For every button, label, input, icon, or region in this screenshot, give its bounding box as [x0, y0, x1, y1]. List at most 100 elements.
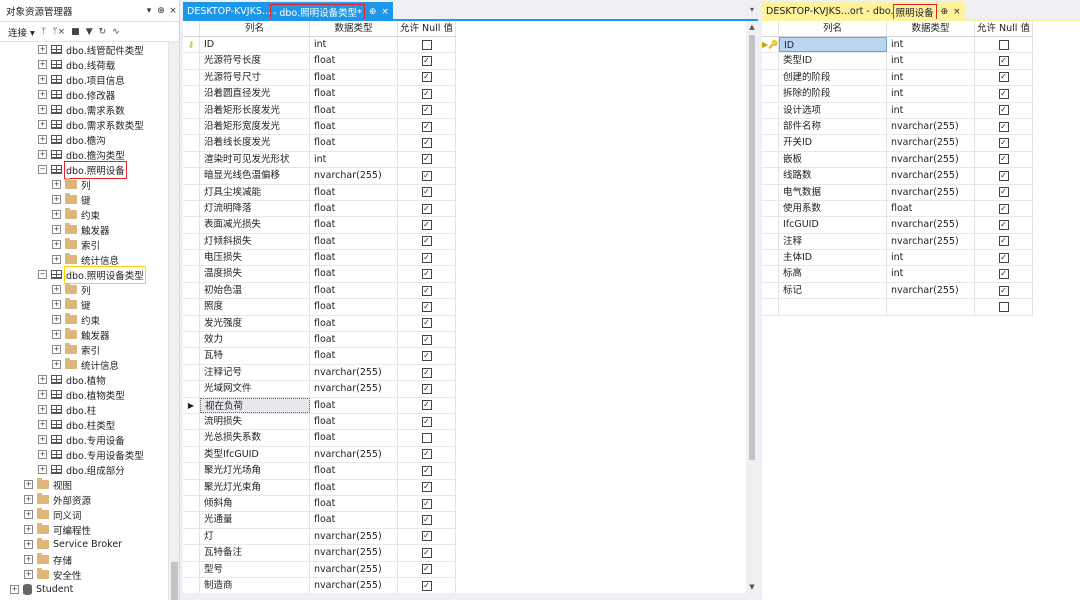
row-selector[interactable] [762, 86, 779, 102]
allow-null-cell[interactable]: ✓ [398, 217, 456, 233]
data-type-cell[interactable]: float [310, 430, 398, 446]
expand-icon[interactable]: + [38, 390, 47, 399]
column-name-cell[interactable]: 光通量 [200, 512, 310, 528]
allow-null-checkbox[interactable]: ✓ [421, 416, 432, 427]
expand-icon[interactable]: + [52, 285, 61, 294]
allow-null-cell[interactable]: ✓ [975, 118, 1033, 135]
allow-null-checkbox[interactable]: ✓ [998, 219, 1009, 230]
allow-null-cell[interactable]: ✓ [398, 479, 456, 495]
column-name-cell[interactable]: 初始色温 [200, 282, 310, 299]
scroll-thumb[interactable] [749, 35, 755, 460]
row-selector[interactable] [183, 364, 200, 381]
column-name-cell[interactable]: 照度 [200, 299, 310, 315]
table-row[interactable]: 线路数 nvarchar(255) ✓ [762, 168, 1033, 185]
row-selector[interactable] [183, 381, 200, 397]
allow-null-cell[interactable]: ✓ [398, 299, 456, 315]
row-selector[interactable] [762, 233, 779, 250]
data-type-cell[interactable]: float [310, 135, 398, 151]
row-selector[interactable] [183, 545, 200, 561]
expand-icon[interactable]: + [38, 45, 47, 54]
allow-null-checkbox[interactable]: ✓ [421, 580, 432, 591]
table-row[interactable]: 开关ID nvarchar(255) ✓ [762, 135, 1033, 152]
row-selector[interactable] [183, 463, 200, 479]
table-row[interactable]: 聚光灯光场角 float ✓ [183, 463, 456, 480]
data-type-cell[interactable]: float [310, 184, 398, 200]
row-selector[interactable] [183, 495, 200, 512]
tree-node[interactable]: + dbo.专用设备 [0, 432, 168, 447]
data-type-cell[interactable]: float [310, 299, 398, 315]
row-selector[interactable] [183, 184, 200, 200]
allow-null-checkbox[interactable]: ✓ [998, 88, 1009, 99]
column-name-cell[interactable]: 灯流明降落 [200, 200, 310, 217]
allow-null-cell[interactable]: ✓ [398, 315, 456, 332]
expand-icon[interactable]: + [52, 240, 61, 249]
tree-node[interactable]: + dbo.需求系数 [0, 102, 168, 117]
table-row[interactable]: 类型IfcGUID nvarchar(255) ✓ [183, 446, 456, 464]
column-name-cell[interactable]: 电压损失 [200, 250, 310, 266]
data-type-cell[interactable]: nvarchar(255) [310, 446, 398, 463]
table-row[interactable]: 照度 float ✓ [183, 299, 456, 316]
allow-null-checkbox[interactable]: ✓ [421, 269, 432, 280]
table-row[interactable]: 初始色温 float ✓ [183, 282, 456, 300]
allow-null-cell[interactable]: ✓ [398, 495, 456, 512]
expand-icon[interactable]: + [52, 300, 61, 309]
column-name-cell[interactable]: 灯倾斜损失 [200, 233, 310, 250]
allow-null-cell[interactable]: ✓ [398, 184, 456, 200]
allow-null-checkbox[interactable]: ✓ [998, 170, 1009, 181]
allow-null-cell[interactable]: ✓ [398, 250, 456, 266]
scroll-down-icon[interactable]: ▼ [746, 581, 758, 593]
allow-null-checkbox[interactable]: ✓ [421, 56, 432, 67]
column-name-cell[interactable]: 发光强度 [200, 315, 310, 332]
expand-icon[interactable]: + [24, 540, 33, 549]
allow-null-cell[interactable]: ✓ [398, 348, 456, 364]
expand-icon[interactable]: + [52, 210, 61, 219]
row-selector[interactable] [183, 118, 200, 135]
table-row[interactable]: 拆除的阶段 int ✓ [762, 86, 1033, 103]
allow-null-cell[interactable]: ✓ [398, 282, 456, 299]
column-name-cell[interactable]: 类型ID [779, 53, 887, 69]
data-type-cell[interactable]: float [310, 53, 398, 69]
explorer-scrollbar[interactable] [168, 42, 179, 600]
tree-node[interactable]: + 触发器 [0, 327, 168, 342]
allow-null-checkbox[interactable]: ✓ [998, 154, 1009, 165]
table-row[interactable]: 暗显光线色温偏移 nvarchar(255) ✓ [183, 168, 456, 185]
table-row[interactable]: 电压损失 float ✓ [183, 250, 456, 267]
allow-null-cell[interactable] [398, 37, 456, 53]
table-row[interactable]: 型号 nvarchar(255) ✓ [183, 561, 456, 578]
table-row[interactable]: ▶ 视在负荷 float ✓ [183, 397, 456, 414]
disconnect-icon[interactable]: ᛘ× [52, 27, 65, 37]
column-name-cell[interactable]: 光总损失系数 [200, 430, 310, 446]
column-name-cell[interactable]: 注释 [779, 233, 887, 250]
data-type-cell[interactable]: float [310, 69, 398, 86]
row-selector[interactable] [183, 348, 200, 364]
data-type-cell[interactable]: int [887, 266, 975, 282]
allow-null-cell[interactable]: ✓ [975, 217, 1033, 233]
allow-null-cell[interactable]: ✓ [398, 381, 456, 397]
data-type-cell[interactable]: float [310, 118, 398, 135]
tree-node[interactable]: + dbo.植物类型 [0, 387, 168, 402]
collapse-icon[interactable]: − [38, 165, 47, 174]
tree-node[interactable]: + 约束 [0, 207, 168, 222]
row-selector[interactable] [183, 135, 200, 151]
allow-null-cell[interactable]: ✓ [398, 512, 456, 528]
allow-null-checkbox[interactable]: ✓ [421, 72, 432, 83]
allow-null-cell[interactable] [975, 37, 1033, 53]
expand-icon[interactable]: + [24, 510, 33, 519]
table-row[interactable]: 沿着矩形长度发光 float ✓ [183, 102, 456, 119]
data-type-cell[interactable]: nvarchar(255) [887, 217, 975, 233]
tree-node[interactable]: + dbo.需求系数类型 [0, 117, 168, 132]
tree-node[interactable]: − dbo.照明设备 [0, 160, 168, 179]
allow-null-checkbox[interactable]: ✓ [421, 203, 432, 214]
tree-node[interactable]: + 存储 [0, 552, 168, 567]
allow-null-checkbox[interactable]: ✓ [998, 203, 1009, 214]
data-type-cell[interactable]: float [310, 233, 398, 250]
allow-null-cell[interactable]: ✓ [398, 446, 456, 463]
tree-node[interactable]: − dbo.照明设备类型 [0, 265, 168, 284]
row-selector[interactable] [183, 200, 200, 217]
row-selector[interactable] [183, 86, 200, 102]
tree-node[interactable]: + 索引 [0, 342, 168, 357]
expand-icon[interactable]: + [38, 105, 47, 114]
allow-null-checkbox[interactable]: ✓ [421, 154, 432, 165]
table-row[interactable]: 倾斜角 float ✓ [183, 495, 456, 513]
table-row[interactable]: 光源符号长度 float ✓ [183, 53, 456, 70]
